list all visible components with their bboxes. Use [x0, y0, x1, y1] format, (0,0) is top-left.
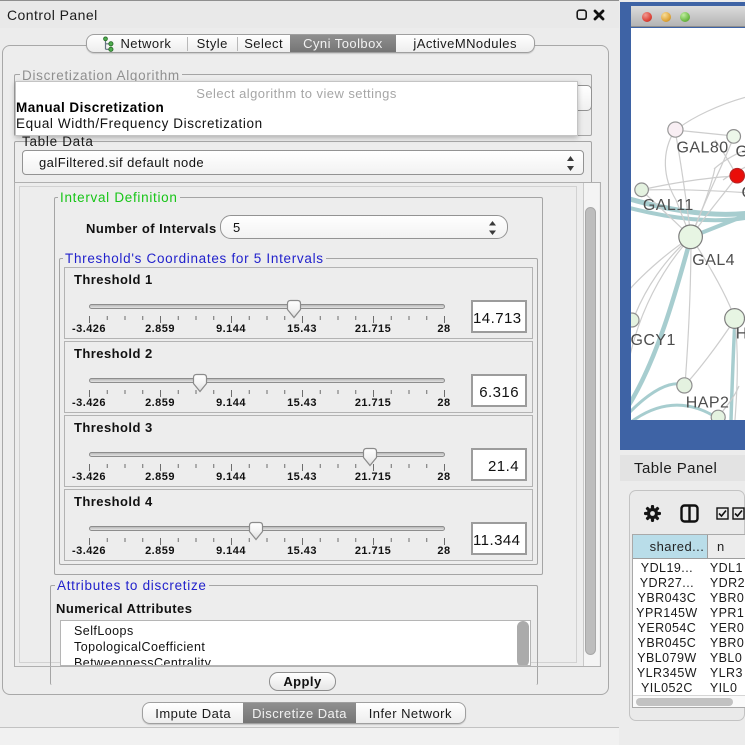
svg-text:HAP2: HAP2: [686, 394, 730, 411]
svg-text:H: H: [736, 325, 745, 342]
svg-text:GA: GA: [736, 144, 745, 161]
svg-text:GAL4: GAL4: [692, 252, 735, 269]
svg-text:GAL11: GAL11: [643, 197, 694, 214]
svg-text:G: G: [742, 184, 745, 201]
svg-text:GAL80: GAL80: [677, 140, 729, 157]
svg-text:GCY1: GCY1: [631, 332, 676, 349]
